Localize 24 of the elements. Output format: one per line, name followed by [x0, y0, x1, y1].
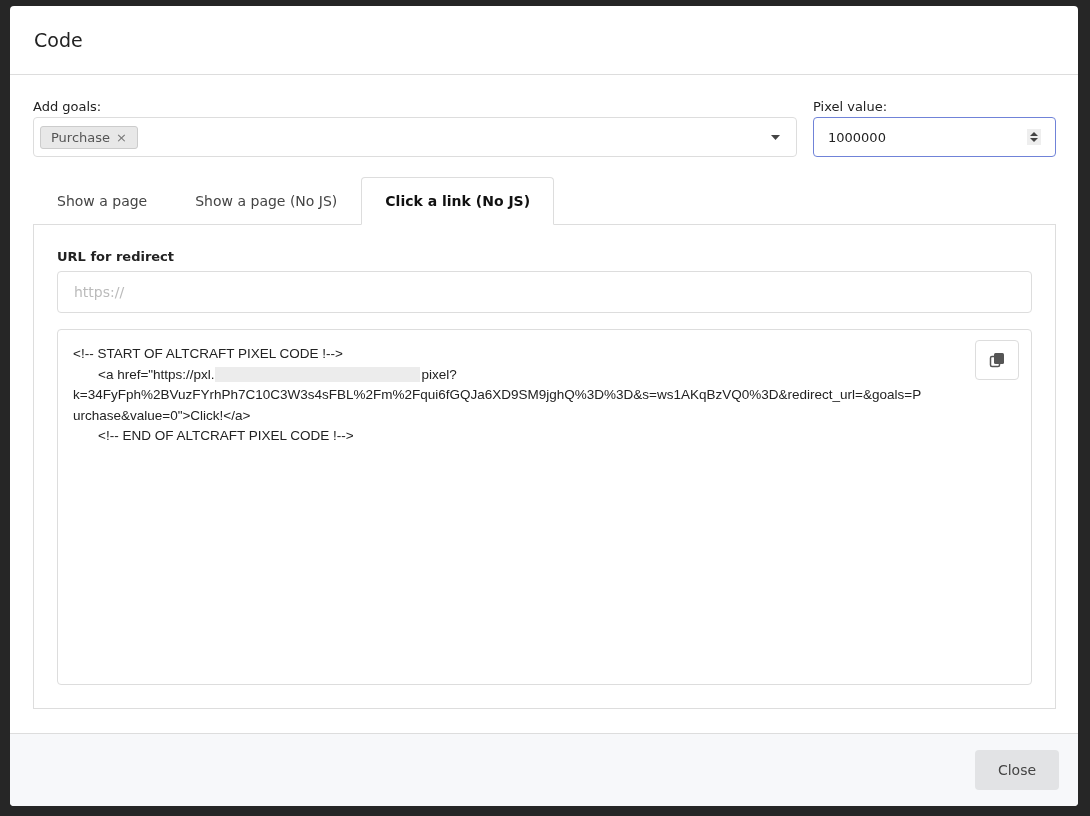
tab[interactable]: Click a link (No JS) [361, 177, 555, 225]
remove-tag-button[interactable]: × [116, 129, 127, 145]
redirect-url-field[interactable]: https:// [57, 271, 1032, 313]
modal-title: Code [34, 29, 83, 51]
field-value: 1000000 [828, 129, 886, 145]
code-line: <!-- START OF ALTCRAFT PIXEL CODE !--> [73, 345, 343, 363]
copy-icon [989, 352, 1005, 368]
pixel-value-label: Pixel value: [813, 99, 889, 114]
code-line: <a href="https://pxl. [98, 365, 215, 384]
code-line: urchase&value=0">Click!</a> [73, 406, 251, 425]
goals-select[interactable]: Purchase × [33, 117, 797, 157]
code-line: pixel? [421, 365, 457, 384]
tab[interactable]: Show a page [33, 177, 172, 225]
code-line: k=34FyFph%2BVuzFYrhPh7C10C3W3s4sFBL%2Fm%2Fqui6fGQJa6XD9SM9jghQ%3D%3D&s=ws1AKqBzVQ0%3D&redirect_url=&goals=P [73, 386, 922, 404]
tag-label: Purchase [51, 129, 111, 145]
close-button[interactable]: Close [975, 750, 1059, 790]
goals-label: Add goals: [33, 99, 103, 114]
code-line: <!-- END OF ALTCRAFT PIXEL CODE !--> [98, 427, 354, 445]
caret-icon [771, 134, 780, 140]
copy-button[interactable] [975, 340, 1019, 380]
tab[interactable]: Show a page (No JS) [171, 177, 362, 225]
spinner-icon[interactable] [1027, 129, 1041, 145]
pixel-value-field[interactable]: 1000000 [813, 117, 1056, 157]
redirect-label: URL for redirect [57, 249, 176, 264]
